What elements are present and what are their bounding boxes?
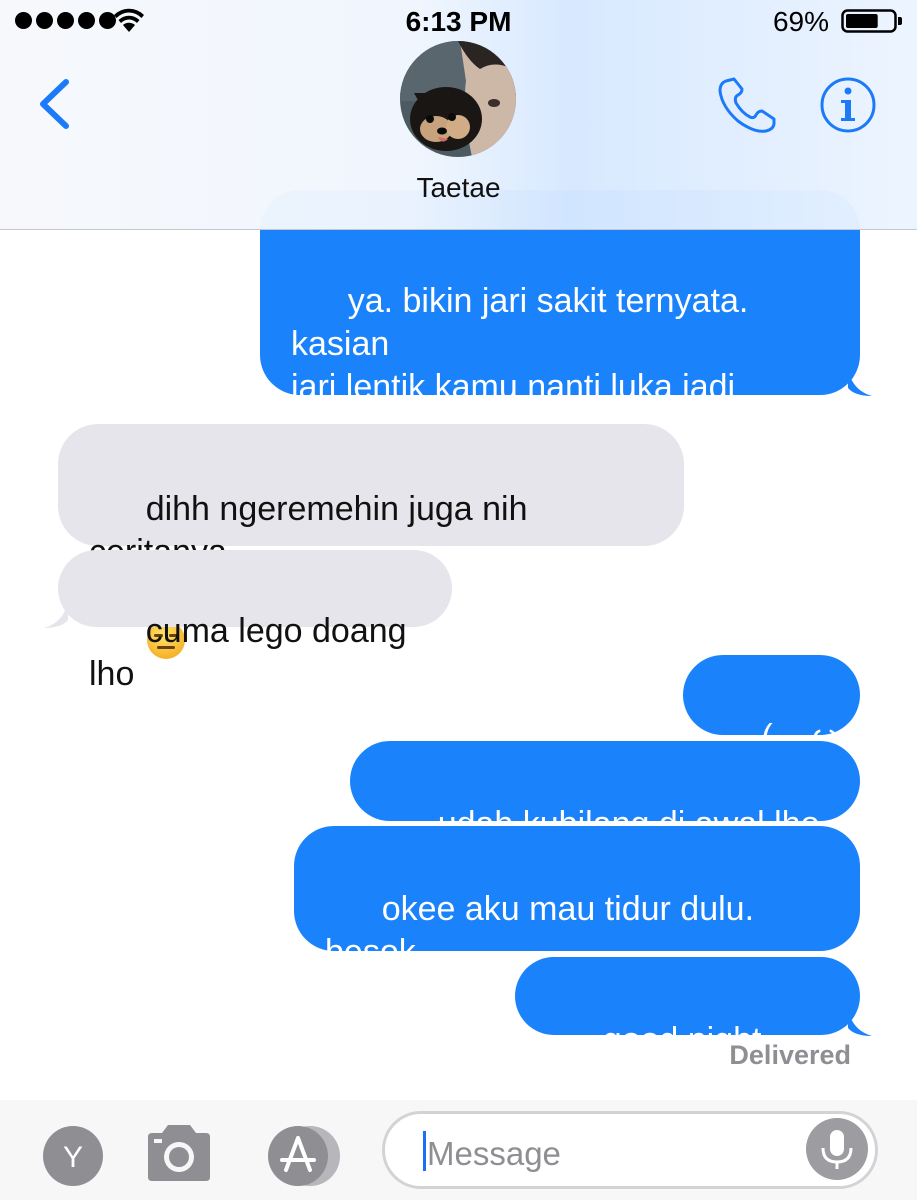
messages-screen: ya. bikin jari sakit ternyata. kasian ja… xyxy=(0,0,917,1200)
text-cursor xyxy=(423,1131,426,1171)
message-bubble-outgoing[interactable]: (◡ ω ◡) xyxy=(683,655,860,799)
camera-icon xyxy=(148,1125,210,1181)
message-bubble-outgoing[interactable]: udah kubilang di awal lho ya xyxy=(350,741,860,886)
message-input[interactable]: Message xyxy=(382,1111,878,1189)
battery-icon xyxy=(841,9,902,33)
message-bubble-incoming[interactable]: cuma lego doang lho xyxy=(58,550,452,693)
avatar-photo xyxy=(400,41,516,157)
dictation-button[interactable] xyxy=(806,1118,868,1180)
message-text: cuma lego doang lho xyxy=(89,612,417,693)
conversation-header: 6:13 PM 69% Taetae xyxy=(0,0,917,230)
contact-avatar[interactable] xyxy=(400,41,516,157)
phone-icon[interactable] xyxy=(716,77,778,135)
chevron-left-icon[interactable] xyxy=(36,78,72,130)
contact-name[interactable]: Taetae xyxy=(0,172,917,204)
app-store-button[interactable] xyxy=(262,1124,346,1193)
bubble-tail-outgoing xyxy=(848,1008,872,1036)
microphone-icon xyxy=(821,1130,853,1169)
message-bubble-incoming[interactable]: dihh ngeremehin juga nih ceritanya xyxy=(58,424,684,660)
apps-button[interactable]: Y xyxy=(42,1125,104,1192)
message-placeholder: Message xyxy=(427,1135,561,1172)
apps-button-label: Y xyxy=(63,1141,83,1174)
status-bar: 6:13 PM 69% xyxy=(0,0,917,44)
info-icon[interactable] xyxy=(819,76,877,134)
bubble-tail-outgoing xyxy=(848,368,872,396)
message-bubble-outgoing[interactable]: okee aku mau tidur dulu. besok sibukkk d… xyxy=(294,826,860,1014)
delivered-status: Delivered xyxy=(729,1040,851,1070)
message-bubble-outgoing[interactable]: good night taetae xyxy=(515,957,860,1102)
app-store-icon xyxy=(268,1126,340,1186)
bubble-tail-incoming xyxy=(44,600,68,628)
battery-percentage: 69% xyxy=(772,6,829,37)
camera-button[interactable] xyxy=(144,1123,214,1188)
apps-drawer-icon: Y xyxy=(43,1126,103,1186)
